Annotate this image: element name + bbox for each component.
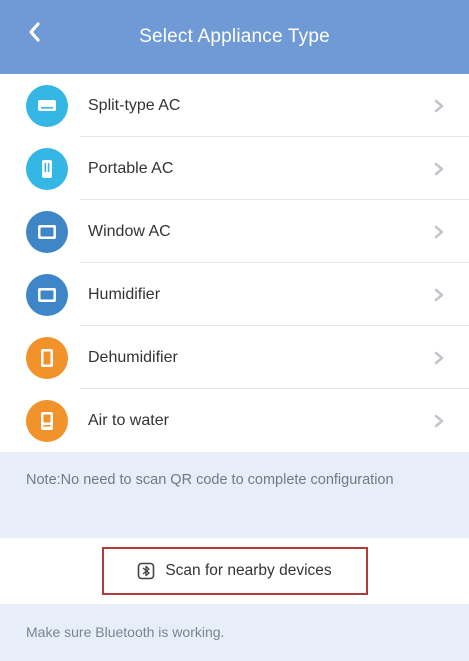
chevron-left-icon bbox=[27, 21, 41, 48]
portable-ac-icon bbox=[26, 147, 68, 190]
chevron-right-icon bbox=[431, 287, 447, 303]
page-title: Select Appliance Type bbox=[139, 26, 330, 47]
appliance-item-air-to-water[interactable]: Air to water bbox=[0, 389, 469, 452]
dehumidifier-icon bbox=[26, 336, 68, 379]
appliance-list: Split-type AC Portable AC Window AC Humi… bbox=[0, 74, 469, 452]
split-ac-icon bbox=[26, 84, 68, 127]
appliance-label: Portable AC bbox=[88, 159, 174, 177]
appliance-label: Window AC bbox=[88, 222, 171, 240]
appliance-type-screen: Select Appliance Type Split-type AC Port… bbox=[0, 0, 469, 661]
air-to-water-icon bbox=[26, 399, 68, 442]
chevron-right-icon bbox=[431, 98, 447, 114]
appliance-label: Air to water bbox=[88, 411, 169, 429]
scan-area: Scan for nearby devices bbox=[0, 538, 469, 604]
chevron-right-icon bbox=[431, 350, 447, 366]
chevron-right-icon bbox=[431, 224, 447, 240]
humidifier-icon bbox=[26, 273, 68, 316]
scan-nearby-devices-button[interactable]: Scan for nearby devices bbox=[101, 547, 368, 595]
bluetooth-scan-icon bbox=[137, 562, 155, 580]
appliance-item-portable-ac[interactable]: Portable AC bbox=[0, 137, 469, 200]
window-ac-icon bbox=[26, 210, 68, 253]
appliance-item-dehumidifier[interactable]: Dehumidifier bbox=[0, 326, 469, 389]
appliance-label: Split-type AC bbox=[88, 96, 181, 114]
appliance-item-humidifier[interactable]: Humidifier bbox=[0, 263, 469, 326]
bluetooth-hint: Make sure Bluetooth is working. bbox=[0, 604, 469, 661]
chevron-right-icon bbox=[431, 413, 447, 429]
appliance-label: Humidifier bbox=[88, 285, 161, 303]
configuration-note: Note:No need to scan QR code to complete… bbox=[0, 452, 469, 538]
appliance-label: Dehumidifier bbox=[88, 348, 178, 366]
chevron-right-icon bbox=[431, 161, 447, 177]
appliance-item-split-type-ac[interactable]: Split-type AC bbox=[0, 74, 469, 137]
header-bar: Select Appliance Type bbox=[0, 0, 469, 74]
scan-button-label: Scan for nearby devices bbox=[165, 562, 332, 579]
appliance-item-window-ac[interactable]: Window AC bbox=[0, 200, 469, 263]
back-button[interactable] bbox=[18, 18, 50, 50]
